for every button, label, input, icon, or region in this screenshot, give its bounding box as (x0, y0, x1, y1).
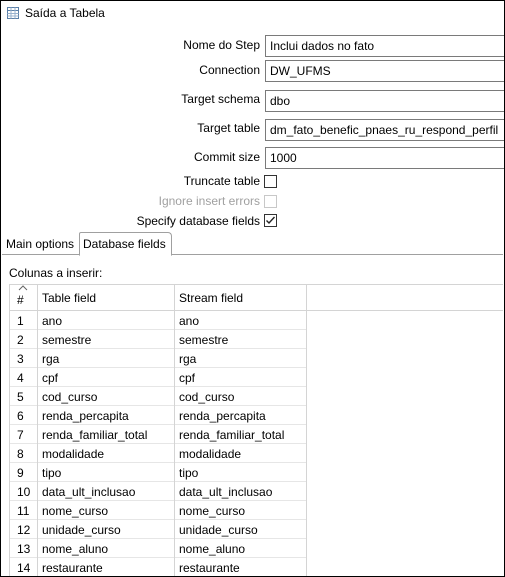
table-row[interactable]: 3 rga rga (10, 349, 307, 368)
table-header: # Table field Stream field (10, 285, 503, 311)
stream-field-cell[interactable]: tipo (175, 463, 307, 482)
stream-field-cell[interactable]: rga (175, 349, 307, 368)
stream-field-cell[interactable]: semestre (175, 330, 307, 349)
table-field-cell[interactable]: renda_familiar_total (38, 425, 175, 444)
columns-to-insert-label: Colunas a inserir: (9, 266, 103, 280)
database-fields-table: # Table field Stream field 1 ano ano 2 semes… (9, 284, 503, 576)
stream-field-cell[interactable]: unidade_curso (175, 520, 307, 539)
title-bar: Saída a Tabela (2, 2, 503, 26)
row-number-cell: 7 (10, 425, 38, 444)
table-row[interactable]: 12 unidade_curso unidade_curso (10, 520, 307, 539)
table-field-cell[interactable]: renda_percapita (38, 406, 175, 425)
target-table-input[interactable]: dm_fato_benefic_pnaes_ru_respond_perfil (265, 119, 504, 141)
row-number-cell: 13 (10, 539, 38, 558)
stream-field-cell[interactable]: renda_percapita (175, 406, 307, 425)
checkmark-icon (266, 216, 276, 225)
table-row[interactable]: 6 renda_percapita renda_percapita (10, 406, 307, 425)
column-header-num-label: # (17, 293, 24, 307)
step-name-label: Nome do Step (183, 38, 260, 52)
table-field-cell[interactable]: cod_curso (38, 387, 175, 406)
row-number-cell: 9 (10, 463, 38, 482)
table-field-cell[interactable]: semestre (38, 330, 175, 349)
column-header-table-field[interactable]: Table field (38, 285, 175, 311)
connection-label: Connection (199, 63, 260, 77)
row-number-cell: 5 (10, 387, 38, 406)
row-number-cell: 2 (10, 330, 38, 349)
table-row[interactable]: 5 cod_curso cod_curso (10, 387, 307, 406)
column-header-num[interactable]: # (10, 285, 38, 311)
specify-database-fields-checkbox[interactable] (264, 214, 277, 227)
table-row[interactable]: 11 nome_curso nome_curso (10, 501, 307, 520)
table-row[interactable]: 9 tipo tipo (10, 463, 307, 482)
row-number-cell: 3 (10, 349, 38, 368)
table-row[interactable]: 2 semestre semestre (10, 330, 307, 349)
stream-field-cell[interactable]: nome_aluno (175, 539, 307, 558)
row-number-cell: 10 (10, 482, 38, 501)
target-schema-label: Target schema (181, 92, 260, 106)
table-field-cell[interactable]: cpf (38, 368, 175, 387)
target-table-label: Target table (197, 121, 260, 135)
row-number-cell: 6 (10, 406, 38, 425)
table-output-dialog: Saída a Tabela Nome do Step Inclui dados… (0, 0, 505, 577)
truncate-table-label: Truncate table (183, 174, 260, 188)
truncate-table-checkbox[interactable] (264, 175, 277, 188)
table-output-icon (7, 7, 19, 19)
table-row[interactable]: 14 restaurante restaurante (10, 558, 307, 576)
specify-database-fields-label: Specify database fields (136, 214, 260, 228)
commit-size-label: Commit size (193, 150, 260, 164)
row-number-cell: 12 (10, 520, 38, 539)
stream-field-cell[interactable]: restaurante (175, 558, 307, 576)
table-row[interactable]: 4 cpf cpf (10, 368, 307, 387)
table-row[interactable]: 8 modalidade modalidade (10, 444, 307, 463)
table-field-cell[interactable]: nome_aluno (38, 539, 175, 558)
table-field-cell[interactable]: nome_curso (38, 501, 175, 520)
row-number-cell: 4 (10, 368, 38, 387)
stream-field-cell[interactable]: modalidade (175, 444, 307, 463)
connection-input[interactable]: DW_UFMS (265, 60, 504, 82)
stream-field-cell[interactable]: cod_curso (175, 387, 307, 406)
target-schema-input[interactable]: dbo (265, 90, 504, 112)
table-field-cell[interactable]: modalidade (38, 444, 175, 463)
row-number-cell: 1 (10, 311, 38, 330)
commit-size-input[interactable]: 1000 (265, 147, 504, 169)
row-number-cell: 11 (10, 501, 38, 520)
sort-ascending-icon (18, 285, 28, 291)
table-row[interactable]: 1 ano ano (10, 311, 307, 330)
table-field-cell[interactable]: unidade_curso (38, 520, 175, 539)
stream-field-cell[interactable]: ano (175, 311, 307, 330)
table-row[interactable]: 7 renda_familiar_total renda_familiar_tota… (10, 425, 307, 444)
table-row[interactable]: 10 data_ult_inclusao data_ult_inclusao (10, 482, 307, 501)
tab-database-fields[interactable]: Database fields (79, 232, 172, 256)
stream-field-cell[interactable]: renda_familiar_total (175, 425, 307, 444)
ignore-insert-errors-label: Ignore insert errors (158, 194, 260, 208)
table-field-cell[interactable]: ano (38, 311, 175, 330)
table-field-cell[interactable]: data_ult_inclusao (38, 482, 175, 501)
table-row[interactable]: 13 nome_aluno nome_aluno (10, 539, 307, 558)
row-number-cell: 8 (10, 444, 38, 463)
ignore-insert-errors-checkbox[interactable] (264, 195, 277, 208)
table-field-cell[interactable]: tipo (38, 463, 175, 482)
table-field-cell[interactable]: rga (38, 349, 175, 368)
table-field-cell[interactable]: restaurante (38, 558, 175, 576)
row-number-cell: 14 (10, 558, 38, 576)
stream-field-cell[interactable]: nome_curso (175, 501, 307, 520)
window-title: Saída a Tabela (25, 6, 105, 20)
step-name-input[interactable]: Inclui dados no fato (265, 35, 504, 57)
stream-field-cell[interactable]: cpf (175, 368, 307, 387)
stream-field-cell[interactable]: data_ult_inclusao (175, 482, 307, 501)
tab-main-options[interactable]: Main options (3, 234, 80, 255)
column-header-stream-field[interactable]: Stream field (175, 285, 307, 311)
tab-strip: Main options Database fields (2, 232, 503, 256)
